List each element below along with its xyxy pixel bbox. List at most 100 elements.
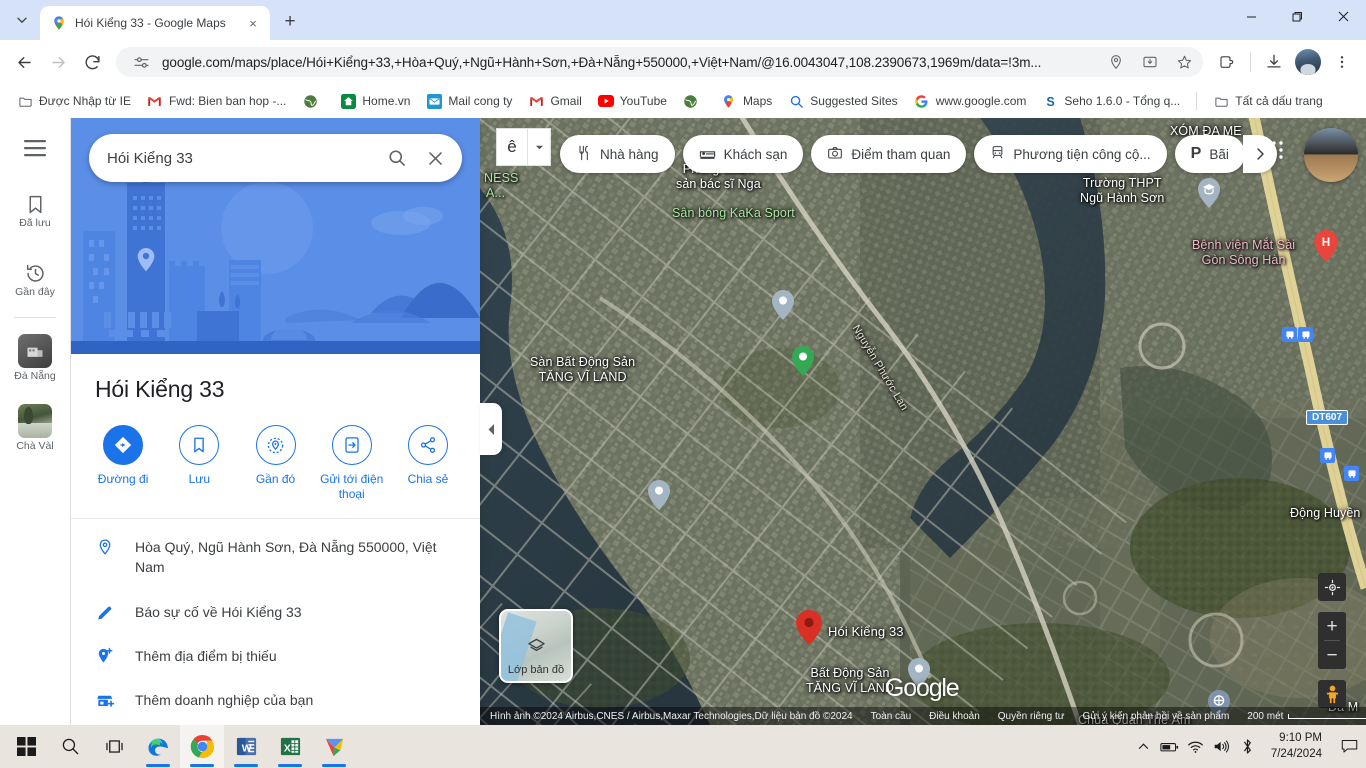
route-shield: DT607	[1306, 410, 1349, 425]
action-nearby[interactable]: Gần đó	[237, 425, 313, 502]
attribution-link[interactable]: Điều khoản	[929, 711, 980, 722]
attribution-link[interactable]: Toàn cầu	[871, 711, 912, 722]
bluetooth-button[interactable]	[1235, 725, 1261, 768]
bookmark-item[interactable]: Maps	[714, 89, 779, 113]
collapse-panel-button[interactable]	[480, 403, 502, 455]
sidebar-item-saved[interactable]: Đã lưu	[3, 186, 67, 237]
sidebar-item-recent[interactable]: Gần đây	[3, 255, 67, 306]
bookmark-item[interactable]: Được Nhập từ IE	[10, 89, 138, 113]
taskbar-word-button[interactable]: W	[224, 725, 268, 768]
back-button[interactable]	[8, 46, 40, 78]
battery-button[interactable]	[1157, 725, 1183, 768]
tab-close-button[interactable]: ×	[244, 14, 262, 32]
volume-button[interactable]	[1209, 725, 1235, 768]
start-button[interactable]	[4, 725, 48, 768]
my-location-icon-wrap[interactable]	[1318, 573, 1346, 601]
clear-search-button[interactable]	[416, 139, 454, 177]
bookmark-item[interactable]: Home.vn	[333, 89, 417, 113]
pegman-button[interactable]	[1318, 680, 1346, 708]
minimize-button[interactable]	[1228, 0, 1274, 32]
taskbar-search-button[interactable]	[48, 725, 92, 768]
photo-thumbnail[interactable]	[1304, 128, 1358, 182]
info-row-add-place[interactable]: Thêm địa điểm bị thiếu	[71, 634, 480, 678]
taskbar-excel-button[interactable]: X	[268, 725, 312, 768]
info-row-add-business[interactable]: Thêm doanh nghiệp của bạn	[71, 678, 480, 722]
attribution-link[interactable]: Quyền riêng tư	[998, 711, 1065, 722]
bus-stop-icon[interactable]	[1282, 327, 1297, 342]
action-share[interactable]: Chia sẻ	[390, 425, 466, 502]
chip-parking[interactable]: P Bãi	[1174, 135, 1245, 173]
action-save[interactable]: Lưu	[161, 425, 237, 502]
maximize-button[interactable]	[1274, 0, 1320, 32]
taskbar-unikey-button[interactable]	[312, 725, 356, 768]
bookmark-item[interactable]: Gmail	[521, 89, 588, 113]
my-location-button[interactable]	[1318, 573, 1346, 601]
sidebar-place-cha-val[interactable]: Chà Vàl	[3, 396, 67, 460]
chip-attractions[interactable]: Điểm tham quan	[811, 135, 967, 173]
chip-transit[interactable]: Phương tiện công cộ...	[974, 135, 1167, 173]
bookmark-item[interactable]: www.google.com	[907, 89, 1034, 113]
extensions-button[interactable]	[1211, 46, 1243, 78]
ime-key-label[interactable]: ê	[497, 129, 527, 165]
site-settings-icon[interactable]	[128, 49, 154, 75]
action-label: Lưu	[188, 472, 210, 486]
action-label: Chia sẻ	[407, 472, 449, 486]
pegman-icon-wrap[interactable]	[1318, 680, 1346, 708]
taskbar-chrome-button[interactable]	[180, 725, 224, 768]
chrome-menu-button[interactable]	[1326, 46, 1358, 78]
bookmark-item[interactable]: Mail cong ty	[419, 89, 519, 113]
sidebar-place-da-nang[interactable]: Đà Nẵng	[3, 326, 67, 390]
taskbar-clock[interactable]: 9:10 PM 7/24/2024	[1261, 725, 1332, 768]
volume-icon	[1215, 740, 1230, 753]
tab-search-button[interactable]	[8, 6, 36, 34]
install-app-icon[interactable]	[1137, 49, 1163, 75]
bookmark-item[interactable]: YouTube	[591, 89, 674, 113]
apps-grid-button[interactable]	[1256, 132, 1292, 168]
tab-title: Hói Kiểng 33 - Google Maps	[75, 16, 226, 30]
info-row-address[interactable]: Hòa Quý, Ngũ Hành Sơn, Đà Nẵng 550000, V…	[71, 525, 480, 590]
bookmark-item[interactable]: Fwd: Bien ban hop -...	[140, 89, 293, 113]
reload-button[interactable]	[76, 46, 108, 78]
close-window-button[interactable]	[1320, 0, 1366, 32]
bus-stop-icon[interactable]	[1344, 466, 1359, 481]
new-tab-button[interactable]: +	[276, 8, 304, 36]
downloads-button[interactable]	[1258, 46, 1290, 78]
bus-stop-icon[interactable]	[1298, 327, 1313, 342]
maps-search-box[interactable]	[89, 134, 462, 182]
browser-tab[interactable]: Hói Kiểng 33 - Google Maps ×	[40, 6, 270, 40]
bookmark-star-icon[interactable]	[1171, 49, 1197, 75]
ime-dropdown-button[interactable]	[528, 129, 550, 165]
location-pin-icon[interactable]	[1103, 49, 1129, 75]
info-row-report[interactable]: Báo sự cố về Hói Kiểng 33	[71, 590, 480, 634]
attribution-link[interactable]: Gửi ý kiến phản hồi về sản phẩm	[1083, 711, 1230, 722]
bookmark-item[interactable]	[676, 89, 712, 113]
action-directions[interactable]: Đường đi	[85, 425, 161, 502]
ime-indicator[interactable]: ê	[496, 128, 551, 166]
map-layers-button[interactable]: Lớp bản đồ	[499, 609, 573, 683]
action-center-button[interactable]	[1332, 725, 1366, 768]
profile-avatar[interactable]	[1295, 49, 1321, 75]
info-row-label: Hòa Quý, Ngũ Hành Sơn, Đà Nẵng 550000, V…	[135, 539, 437, 576]
bookmark-item[interactable]: Suggested Sites	[781, 89, 904, 113]
show-hidden-icons-button[interactable]	[1131, 725, 1157, 768]
zoom-in-button[interactable]: +	[1318, 612, 1346, 640]
taskbar-edge-button[interactable]	[136, 725, 180, 768]
address-bar[interactable]: google.com/maps/place/Hói+Kiểng+33,+Hòa+…	[116, 47, 1203, 77]
bus-stop-icon[interactable]	[1320, 448, 1335, 463]
bookmark-item[interactable]	[295, 89, 331, 113]
bookmark-item[interactable]: S Seho 1.6.0 - Tổng q...	[1035, 89, 1187, 113]
gmail-icon	[147, 93, 163, 109]
forward-button[interactable]	[42, 46, 74, 78]
chip-restaurants[interactable]: Nhà hàng	[560, 135, 675, 173]
search-button[interactable]	[378, 139, 416, 177]
all-bookmarks-button[interactable]: Tất cả dấu trang	[1206, 89, 1329, 113]
chip-hotels[interactable]: Khách sạn	[682, 135, 804, 173]
excel-icon: X	[280, 737, 300, 756]
search-input[interactable]	[107, 149, 378, 167]
main-menu-button[interactable]	[3, 132, 67, 164]
action-send-to-phone[interactable]: Gửi tới điện thoại	[314, 425, 390, 502]
wifi-button[interactable]	[1183, 725, 1209, 768]
task-view-button[interactable]	[92, 725, 136, 768]
map-canvas[interactable]: XÓM ĐA ME NESS A... Phòng khám sản bác s…	[480, 118, 1366, 725]
zoom-out-button[interactable]: −	[1318, 641, 1346, 669]
